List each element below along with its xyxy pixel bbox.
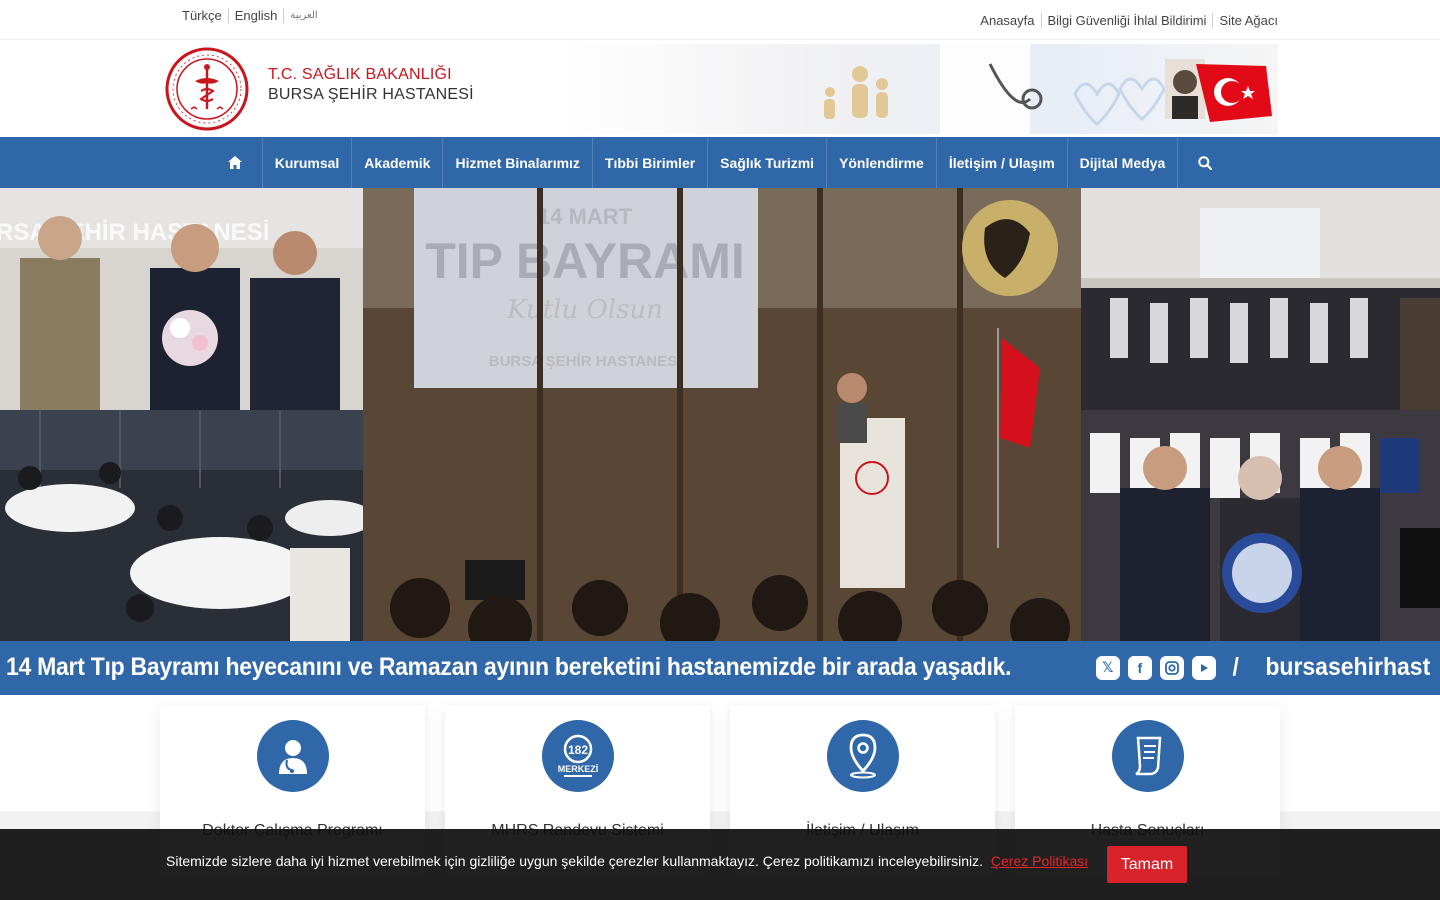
- nav-hizmet-binalari[interactable]: Hizmet Binalarımız: [443, 137, 593, 188]
- nav-home[interactable]: [208, 137, 263, 188]
- lang-arabic[interactable]: العربية: [284, 8, 323, 23]
- nav-iletisim[interactable]: İletişim / Ulaşım: [937, 137, 1068, 188]
- screen-line1: 14 MART: [538, 204, 633, 229]
- top-link-security-report[interactable]: Bilgi Güvenliği İhlal Bildirimi: [1042, 13, 1214, 28]
- cookie-text: Sitemizde sizlere daha iyi hizmet verebi…: [166, 853, 983, 869]
- social-handle: bursasehirhast: [1265, 653, 1430, 681]
- slider-social-handles: 𝕏 f / bursasehirhast: [1095, 653, 1430, 682]
- top-links: Anasayfa Bilgi Güvenliği İhlal Bildirimi…: [974, 13, 1278, 28]
- screen-line3: Kutlu Olsun: [506, 295, 663, 325]
- youtube-icon: [1191, 655, 1216, 680]
- header-banner-image: [560, 44, 1278, 134]
- top-link-sitemap[interactable]: Site Ağacı: [1213, 13, 1278, 28]
- main-nav: Kurumsal Akademik Hizmet Binalarımız Tıb…: [0, 137, 1440, 188]
- language-switcher: Türkçe English العربية: [176, 8, 324, 23]
- social-handle-separator: /: [1232, 653, 1239, 681]
- document-icon: [1135, 736, 1162, 776]
- slider-caption[interactable]: 14 Mart Tıp Bayramı heyecanını ve Ramaza…: [6, 653, 1011, 682]
- nav-yonlendirme[interactable]: Yönlendirme: [827, 137, 937, 188]
- hero-slider[interactable]: RSA ŞEHİR HASTANESİ 14 MART TIP BAYRAMI …: [0, 188, 1440, 695]
- home-icon: [227, 156, 242, 169]
- nav-search[interactable]: [1178, 137, 1232, 188]
- search-icon: [1198, 155, 1213, 170]
- location-pin-icon: [849, 733, 877, 779]
- top-bar: Türkçe English العربية Anasayfa Bilgi Gü…: [0, 0, 1440, 40]
- site-header: T.C. SAĞLIK BAKANLIĞI BURSA ŞEHİR HASTAN…: [0, 40, 1440, 137]
- cookie-accept-button[interactable]: Tamam: [1107, 846, 1187, 883]
- x-twitter-icon: 𝕏: [1095, 655, 1120, 680]
- svg-text:MERKEZİ: MERKEZİ: [558, 764, 599, 774]
- nav-tibbi-birimler[interactable]: Tıbbi Birimler: [593, 137, 709, 188]
- brand-ministry[interactable]: T.C. SAĞLIK BAKANLIĞI: [268, 66, 452, 84]
- ministry-logo[interactable]: [165, 47, 249, 131]
- phone-182-icon: 182 MERKEZİ: [558, 734, 599, 777]
- slider-caption-bar: 14 Mart Tıp Bayramı heyecanını ve Ramaza…: [0, 641, 1440, 695]
- doctor-icon: [279, 740, 307, 774]
- svg-text:182: 182: [568, 743, 588, 757]
- lang-english[interactable]: English: [229, 8, 285, 23]
- cookie-policy-link[interactable]: Çerez Politikası: [991, 853, 1088, 869]
- screen-line2: TIP BAYRAMI: [425, 233, 745, 289]
- nav-akademik[interactable]: Akademik: [352, 137, 444, 188]
- nav-kurumsal[interactable]: Kurumsal: [263, 137, 353, 188]
- screen-line4: BURSA ŞEHİR HASTANESİ: [489, 353, 682, 370]
- brand-hospital[interactable]: BURSA ŞEHİR HASTANESİ: [268, 86, 474, 104]
- slider-photo-collage: RSA ŞEHİR HASTANESİ 14 MART TIP BAYRAMI …: [0, 188, 1440, 641]
- cookie-consent-bar: Sitemizde sizlere daha iyi hizmet verebi…: [0, 829, 1440, 900]
- top-link-home[interactable]: Anasayfa: [974, 13, 1042, 28]
- lang-turkish[interactable]: Türkçe: [176, 8, 229, 23]
- nav-saglik-turizmi[interactable]: Sağlık Turizmi: [708, 137, 828, 188]
- facebook-icon: f: [1127, 655, 1152, 680]
- nav-dijital-medya[interactable]: Dijital Medya: [1068, 137, 1179, 188]
- cookie-message: Sitemizde sizlere daha iyi hizmet verebi…: [166, 853, 1088, 869]
- instagram-icon: [1159, 655, 1184, 680]
